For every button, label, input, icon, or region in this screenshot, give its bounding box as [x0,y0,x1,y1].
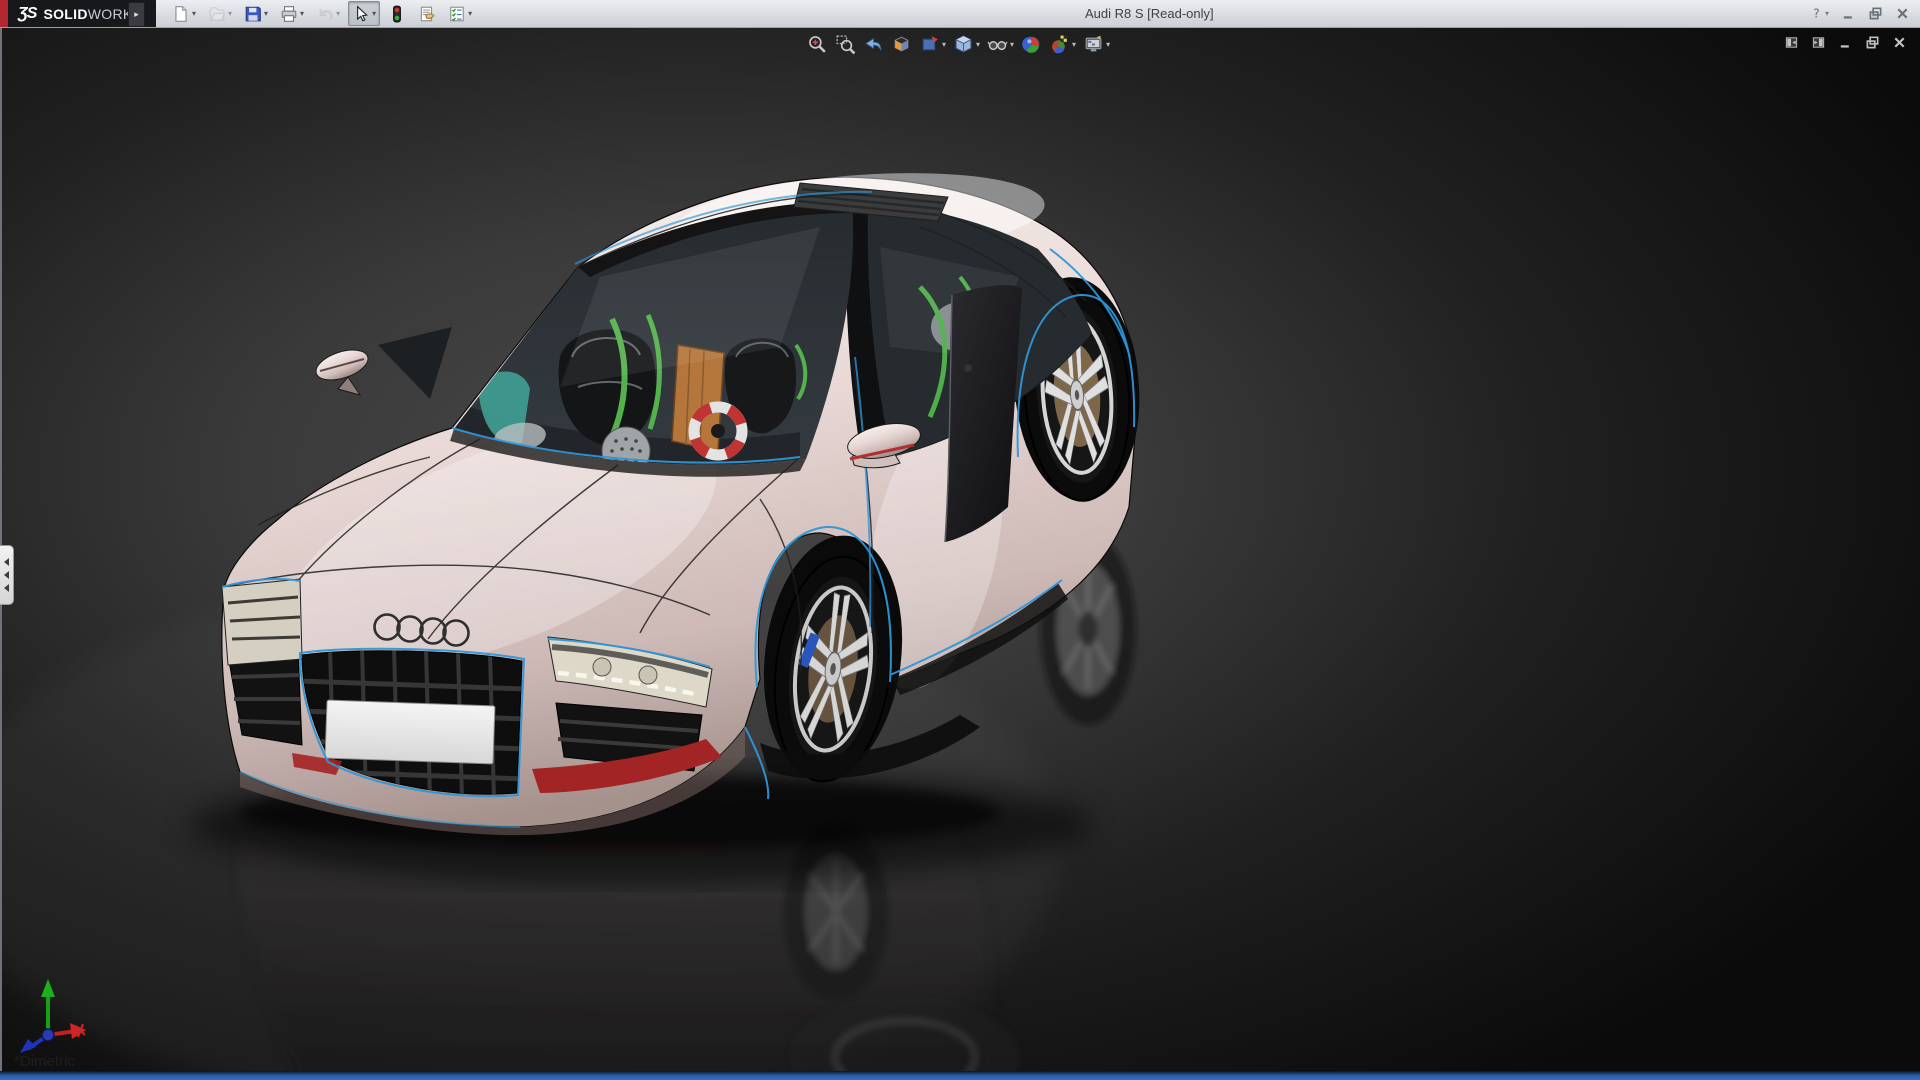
status-strip [0,1071,1920,1080]
rebuild-button[interactable] [384,1,410,26]
restore-button[interactable] [1864,34,1881,51]
help-icon: ? [1809,6,1824,21]
options-icon [448,5,466,23]
dropdown-caret-icon[interactable]: ▾ [192,9,196,18]
dynamic-annotation-views-icon [919,34,940,55]
restore-button[interactable] [1868,6,1883,21]
view-orientation-button[interactable]: ▾ [952,33,981,56]
view-orientation-label: *Dimetric [14,1053,75,1070]
rebuild-icon [388,5,406,23]
file-properties-icon [418,5,436,23]
previous-view-icon [863,34,884,55]
view-settings-button[interactable]: ▾ [1082,33,1111,56]
undo-button[interactable]: ▾ [312,1,344,26]
dock-pane-left-button[interactable] [1783,34,1800,51]
window-controls: ? ▾ [1809,0,1910,27]
restore-icon [1865,35,1880,50]
dropdown-caret-icon[interactable]: ▾ [1106,40,1110,49]
new-file-button[interactable]: ▾ [168,1,200,26]
zoom-to-area-icon [835,34,856,55]
open-file-icon [208,5,226,23]
dassault-red-accent [0,0,8,27]
dropdown-caret-icon[interactable]: ▾ [1825,9,1829,18]
file-properties-button[interactable] [414,1,440,26]
left-headlight[interactable] [221,578,303,666]
dropdown-caret-icon[interactable]: ▾ [468,9,472,18]
zoom-to-fit-icon [807,34,828,55]
save-icon [244,5,262,23]
hide-show-items-button[interactable]: ▾ [986,33,1015,56]
dropdown-caret-icon[interactable]: ▾ [372,9,376,18]
open-file-button[interactable]: ▾ [204,1,236,26]
new-file-icon [172,5,190,23]
dynamic-annotation-views-button[interactable]: ▾ [918,33,947,56]
print-button[interactable]: ▾ [276,1,308,26]
chevron-left-icon [4,558,9,566]
child-window-controls [1783,34,1908,51]
dropdown-caret-icon[interactable]: ▾ [300,9,304,18]
minimize-button[interactable] [1837,34,1854,51]
zoom-to-fit-button[interactable] [806,33,829,56]
main-toolbar: ▾ ▾ ▾ ▾ ▾ ▾ ▾ [168,1,476,26]
minimize-icon [1841,6,1856,21]
license-plate [324,699,496,765]
restore-icon [1868,6,1883,21]
brand-solid-text: SOLID [43,5,88,22]
save-button[interactable]: ▾ [240,1,272,26]
viewport-3d[interactable]: ▾ ▾ ▾ ▾ ▾ *Dimetric [0,27,1920,1080]
minimize-icon [1838,35,1853,50]
print-icon [280,5,298,23]
dock-pane-right-button[interactable] [1810,34,1827,51]
close-button[interactable] [1895,6,1910,21]
undo-icon [316,5,334,23]
help-button[interactable]: ? ▾ [1809,6,1829,21]
dropdown-caret-icon[interactable]: ▾ [228,9,232,18]
dropdown-caret-icon[interactable]: ▾ [1072,40,1076,49]
select-button[interactable]: ▾ [348,1,381,26]
edit-appearance-button[interactable] [1020,33,1043,56]
chevron-left-icon [4,584,9,592]
dropdown-caret-icon[interactable]: ▾ [336,9,340,18]
titlebar: ƷS SOLID WORKS ▸ ▾ ▾ ▾ ▾ ▾ ▾ ▾ Audi R8 S [Read-… [0,0,1920,28]
edit-appearance-icon [1021,34,1042,55]
menu-expand-button[interactable]: ▸ [128,2,145,27]
chevron-left-icon [4,571,9,579]
orientation-triad [20,979,86,1053]
select-icon [352,4,370,23]
svg-text:?: ? [1813,7,1819,21]
apply-scene-button[interactable]: ▾ [1048,33,1077,56]
3ds-logo-icon: ƷS [18,4,37,22]
section-view-button[interactable] [890,33,913,56]
options-button[interactable]: ▾ [444,1,476,26]
view-orientation-icon [953,34,974,55]
headsup-view-toolbar: ▾ ▾ ▾ ▾ ▾ [806,33,1111,56]
model-audi-r8[interactable] [0,27,1920,1080]
minimize-button[interactable] [1841,6,1856,21]
dropdown-caret-icon[interactable]: ▾ [942,40,946,49]
feature-tree-collapsed-tab[interactable] [0,545,14,605]
close-icon [1892,35,1907,50]
view-settings-icon [1083,34,1104,55]
zoom-to-area-button[interactable] [834,33,857,56]
dropdown-caret-icon[interactable]: ▾ [264,9,268,18]
dock-pane-right-icon [1811,35,1826,50]
dropdown-caret-icon[interactable]: ▾ [976,40,980,49]
dock-pane-left-icon [1784,35,1799,50]
close-button[interactable] [1891,34,1908,51]
previous-view-button[interactable] [862,33,885,56]
dropdown-caret-icon[interactable]: ▾ [1010,40,1014,49]
hide-show-items-icon [987,34,1008,55]
apply-scene-icon [1049,34,1070,55]
section-view-icon [891,34,912,55]
close-icon [1895,6,1910,21]
window-title: Audi R8 S [Read-only] [1085,6,1214,21]
